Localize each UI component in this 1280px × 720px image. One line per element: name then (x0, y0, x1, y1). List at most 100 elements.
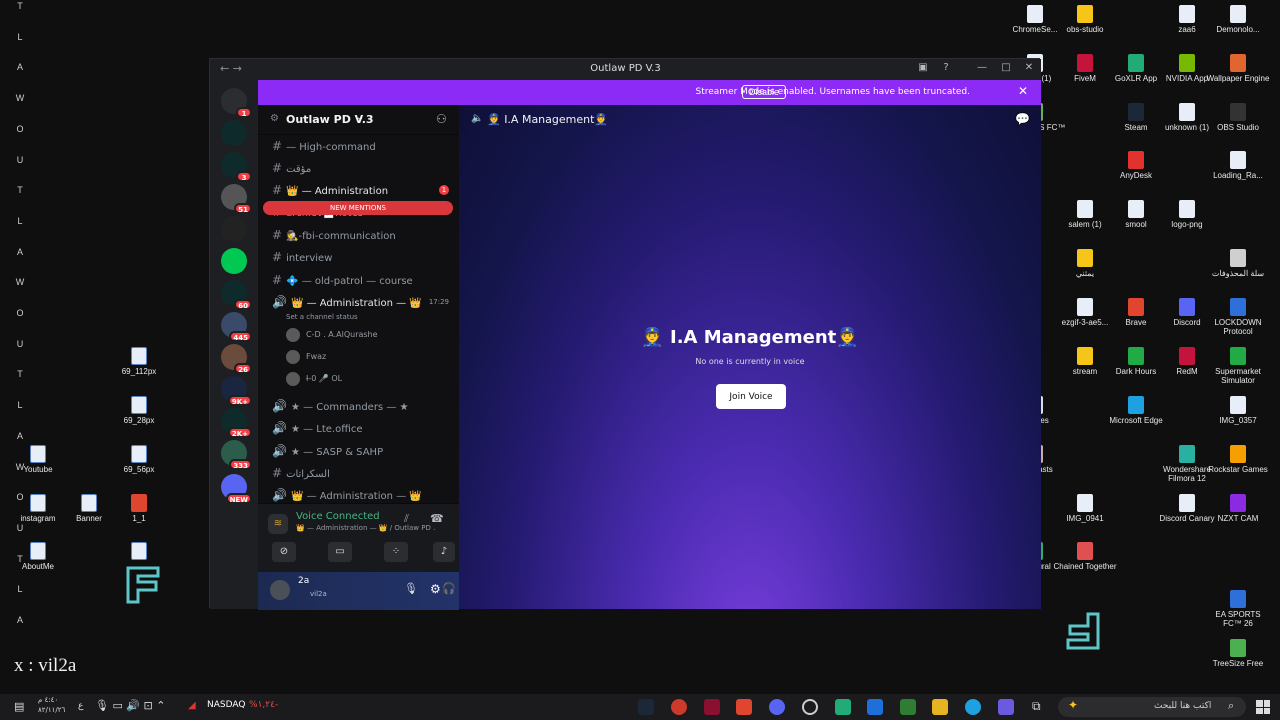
desktop-icon[interactable]: 69_28px (106, 396, 172, 425)
desktop-icon[interactable]: Rockstar Games (1205, 445, 1271, 474)
microphone-icon[interactable]: 🎙 (404, 582, 418, 595)
server-icon[interactable]: 9K+ (221, 376, 252, 406)
desktop-icon[interactable]: سلة المحذوفات (1205, 249, 1271, 278)
speed-icon[interactable] (802, 699, 818, 715)
headphones-icon[interactable]: 🎧 (442, 582, 456, 595)
server-icon[interactable]: 51 (221, 184, 252, 214)
discord-icon[interactable] (769, 699, 785, 715)
desktop-icon[interactable]: يمثني (1052, 249, 1118, 278)
maximize-button[interactable]: □ (998, 62, 1014, 73)
desktop-icon[interactable]: Loading_Ra... (1205, 151, 1271, 180)
gear-icon[interactable]: ⚙ (430, 582, 441, 596)
desktop-icon[interactable]: Youtube (5, 445, 71, 474)
desktop-icon[interactable]: NZXT CAM (1205, 494, 1271, 523)
text-channel[interactable]: # — High-command (258, 135, 459, 157)
language-indicator[interactable]: ع (78, 701, 83, 711)
voice-location[interactable]: 👑 — Administration — 👑 / Outlaw PD ... (296, 524, 436, 532)
desktop-icon[interactable]: AnyDesk (1103, 151, 1169, 180)
help-icon[interactable]: ? (938, 62, 954, 73)
copilot-icon[interactable] (998, 699, 1014, 715)
voice-user[interactable]: Fwaz (286, 347, 326, 367)
close-banner-icon[interactable]: ✕ (1018, 84, 1028, 98)
text-channel[interactable]: # 👑 — Administration 1 (258, 179, 459, 201)
text-channel[interactable]: # 💠 — old-patrol — course (258, 269, 459, 291)
noise-suppression-icon[interactable]: ⫽ (404, 512, 409, 526)
server-icon[interactable] (221, 216, 247, 242)
desktop-icon[interactable]: 69_56px (106, 445, 172, 474)
server-icon[interactable]: NEW (221, 474, 252, 504)
clock-time[interactable]: ٤:٤٠ م (38, 696, 58, 704)
voice-user[interactable]: C-D . A.AlQurashe (286, 325, 378, 345)
screen-share-button[interactable]: ▭ (328, 542, 352, 562)
server-icon[interactable]: 3 (221, 152, 252, 182)
server-icon[interactable]: 26 (221, 344, 252, 374)
voice-channel[interactable]: 🔊 👑 — Administration — 👑 17:29 (258, 291, 459, 313)
desktop-icon[interactable]: 1_1 (106, 494, 172, 523)
desktop-icon[interactable]: Chained Together (1052, 542, 1118, 571)
desktop-icon[interactable]: OBS Studio (1205, 103, 1271, 132)
store-icon[interactable] (900, 699, 916, 715)
desktop-icon[interactable]: TreeSize Free (1205, 639, 1271, 668)
brave-icon[interactable] (736, 699, 752, 715)
desktop-icon[interactable]: IMG_0941 (1052, 494, 1118, 523)
notification-icon[interactable]: ▤ (14, 700, 24, 713)
new-mentions-top[interactable]: NEW MENTIONS (263, 201, 453, 215)
ticker-name[interactable]: NASDAQ (207, 700, 245, 710)
signal-icon[interactable]: ≋ (268, 514, 288, 534)
desktop-icon[interactable]: logo-png (1154, 200, 1220, 229)
voice-channel[interactable]: 🔊 ★ — Lte.office (258, 417, 459, 439)
desktop-icon[interactable]: obs-studio (1052, 5, 1118, 34)
system-tray-icons[interactable]: 🎙 ▭ 🔊 ⊡ ⌃ (95, 699, 165, 712)
goxlr-icon[interactable] (835, 699, 851, 715)
voice-status[interactable]: Voice Connected (296, 511, 380, 522)
desktop-icon[interactable]: 69_112px (106, 347, 172, 376)
outlook-icon[interactable] (867, 699, 883, 715)
channel-status[interactable]: Set a channel status (286, 311, 358, 323)
desktop-icon[interactable]: Supermarket Simulator (1205, 347, 1271, 385)
camera-off-button[interactable]: ⊘ (272, 542, 296, 562)
desktop-icon[interactable]: IMG_0357 (1205, 396, 1271, 425)
text-channel[interactable]: # interview (258, 246, 459, 268)
app-icon[interactable] (671, 699, 687, 715)
server-icon[interactable]: 445 (221, 312, 252, 342)
search-box[interactable]: ✦ اكتب هنا للبحث ⌕ (1058, 697, 1246, 717)
folder-icon[interactable] (932, 699, 948, 715)
voice-channel[interactable]: 🔊 ★ — Commanders — ★ (258, 395, 459, 417)
server-header[interactable]: ⚙ Outlaw PD V.3 ⌄ ⚇ (258, 105, 459, 135)
close-button[interactable]: ✕ (1021, 62, 1037, 73)
chat-icon[interactable]: 💬 (1015, 112, 1030, 126)
desktop-icon[interactable]: Microsoft Edge (1103, 396, 1169, 425)
desktop-icon[interactable] (106, 542, 172, 562)
server-icon[interactable] (221, 248, 247, 274)
server-icon[interactable]: 60 (221, 280, 252, 310)
desktop-icon[interactable]: AboutMe (5, 542, 71, 571)
minimize-button[interactable]: — (974, 62, 990, 73)
desktop-icon[interactable]: Demonolo... (1205, 5, 1271, 34)
clock-date[interactable]: ٨٢/١١/٢٦ (38, 706, 65, 714)
activities-button[interactable]: ⁘ (384, 542, 408, 562)
text-channel[interactable]: # مؤقت (258, 157, 459, 179)
desktop-icon[interactable]: EA SPORTS FC™ 26 (1205, 590, 1271, 628)
desktop-icon[interactable]: Wallpaper Engine (1205, 54, 1271, 83)
windows-start-icon[interactable] (1256, 700, 1270, 714)
server-icon[interactable] (221, 120, 247, 146)
voice-channel[interactable]: 🔊 ★ — SASP & SAHP (258, 440, 459, 462)
add-member-icon[interactable]: ⚇ (436, 112, 447, 126)
disconnect-icon[interactable]: ☎ (430, 512, 444, 525)
text-channel[interactable]: # 🕵-fbi-communication (258, 224, 459, 246)
voice-user[interactable]: Ɨ-0 🎤 OL (286, 369, 342, 389)
server-icon[interactable]: 2K+ (221, 408, 252, 438)
text-channel[interactable]: # السكراتات (258, 462, 459, 484)
disable-streamer-mode-button[interactable]: Disable (742, 85, 787, 99)
username[interactable]: 2a (298, 576, 309, 586)
server-icon[interactable]: 1 (221, 88, 252, 118)
soundboard-button[interactable]: ♪ (433, 542, 455, 562)
fivem-icon[interactable] (704, 699, 720, 715)
join-voice-button[interactable]: Join Voice (716, 384, 786, 409)
steam-icon[interactable] (638, 699, 654, 715)
edge-icon[interactable] (965, 699, 981, 715)
desktop-icon[interactable]: LOCKDOWN Protocol (1205, 298, 1271, 336)
server-icon[interactable]: 333 (221, 440, 252, 470)
task-view-icon[interactable]: ⧉ (1032, 699, 1041, 714)
avatar[interactable] (270, 580, 290, 600)
